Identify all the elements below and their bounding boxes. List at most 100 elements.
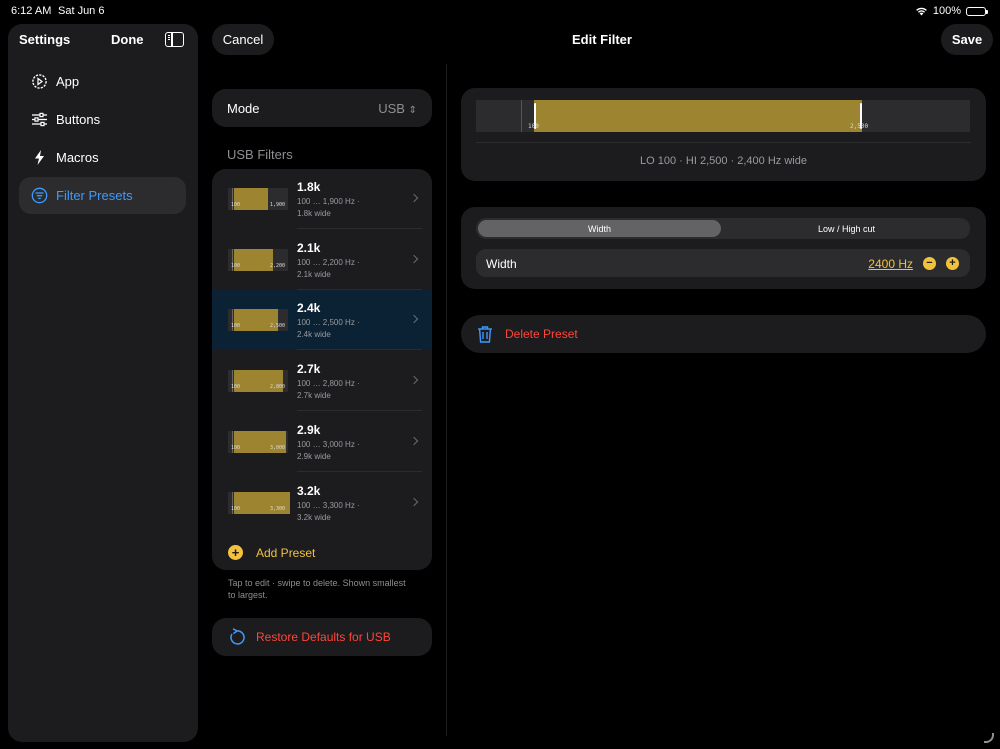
sidebar-item-app[interactable]: App [19, 63, 186, 100]
width-row: Width 2400 Hz − + [476, 249, 970, 277]
sidebar-title: Settings [19, 32, 71, 47]
restore-defaults-button[interactable]: Restore Defaults for USB [212, 618, 432, 656]
filter-passband-preview[interactable]: 100 2,500 [476, 100, 970, 132]
sidebar-item-macros[interactable]: Macros [19, 139, 186, 176]
preset-title: 1.8k [297, 180, 321, 194]
width-value-field[interactable]: 2400 Hz [868, 257, 913, 271]
status-indicators: 100% [915, 5, 988, 17]
preset-title: 3.2k [297, 483, 321, 498]
filter-list: 100 1,900 1.8k 100 … 1,900 Hz · 1.8k wide 100… [212, 169, 432, 570]
preset-title: 2.1k [297, 240, 321, 255]
sidebar-item-label: App [56, 74, 80, 89]
passband-hi-label: 2,500 [850, 123, 869, 130]
preset-thumbnail: 100 2,500 [228, 309, 288, 332]
resize-corner-icon [984, 733, 994, 743]
chevron-right-icon [409, 254, 419, 263]
battery-percent: 100% [932, 5, 961, 17]
filter-preset-row[interactable]: 100 2,800 2.7k 100 … 2,800 Hz · 2.7k wide [212, 351, 432, 412]
gridline [521, 100, 522, 132]
increment-button[interactable]: + [946, 257, 959, 270]
preset-thumbnail: 100 3,000 [228, 430, 288, 453]
thumbnail-hi-label: 3,000 [269, 444, 285, 451]
filter-preview-card: 100 2,500 LO 100 · HI 2,500 · 2,400 Hz w… [461, 88, 986, 181]
mode-label: Mode [227, 101, 260, 116]
chevron-right-icon [409, 497, 419, 506]
trash-icon [478, 326, 492, 343]
status-date: Sat Jun 6 [58, 5, 105, 17]
save-button[interactable]: Save [941, 24, 993, 55]
filter-preset-row[interactable]: 100 3,300 3.2k 100 … 3,300 Hz · 3.2k wide [212, 473, 432, 533]
filter-preset-row[interactable]: 100 1,900 1.8k 100 … 1,900 Hz · 1.8k wide [212, 169, 432, 229]
bolt-icon [31, 149, 48, 166]
add-preset-label: Add Preset [256, 546, 316, 560]
chevron-right-icon [409, 375, 419, 385]
sidebar-header: Settings Done [8, 24, 198, 56]
preset-thumbnail: 100 2,800 [228, 370, 288, 393]
preset-width: 2.7k wide [297, 391, 331, 401]
restore-defaults-label: Restore Defaults for USB [256, 630, 391, 644]
preset-range: 100 … 2,500 Hz · [297, 318, 360, 328]
preset-title: 2.9k [297, 422, 321, 437]
thumbnail-hi-label: 2,200 [269, 262, 285, 269]
divider [476, 142, 971, 143]
done-button[interactable]: Done [111, 32, 144, 47]
passband-bar [534, 100, 862, 132]
sidebar-toggle-icon[interactable] [165, 32, 184, 47]
width-editor-card: Width Low / High cut Width 2400 Hz − + [461, 207, 986, 289]
thumbnail-lo-label: 100 [231, 444, 241, 451]
passband-lo-label: 100 [528, 123, 539, 130]
preset-range: 100 … 2,800 Hz · [297, 379, 360, 389]
filter-icon [31, 187, 48, 204]
thumbnail-lo-label: 100 [231, 384, 241, 391]
preset-width: 1.8k wide [297, 209, 331, 218]
width-label: Width [486, 257, 517, 271]
thumbnail-hi-label: 2,800 [269, 384, 285, 391]
sidebar-item-filter-presets[interactable]: Filter Presets [19, 177, 186, 214]
decrement-button[interactable]: − [923, 257, 936, 270]
cancel-button[interactable]: Cancel [212, 24, 274, 55]
sidebar-item-buttons[interactable]: Buttons [19, 101, 186, 138]
wifi-icon [915, 7, 927, 16]
preset-thumbnail: 100 1,900 [228, 188, 288, 210]
filter-preset-row[interactable]: 100 2,500 2.4k 100 … 2,500 Hz · 2.4k wide [212, 290, 432, 351]
mode-value: USB ⇕ [378, 101, 417, 116]
thumbnail-hi-label: 3,300 [269, 505, 285, 512]
thumbnail-lo-label: 100 [231, 262, 241, 269]
filter-preset-row[interactable]: 100 2,200 2.1k 100 … 2,200 Hz · 2.1k wide [212, 230, 432, 290]
updown-chevron-icon: ⇕ [408, 105, 417, 116]
chevron-right-icon [409, 193, 419, 203]
preset-width: 2.4k wide [297, 330, 331, 340]
thumbnail-hi-label: 1,900 [269, 202, 285, 208]
sidebar-item-label: Macros [56, 150, 99, 165]
preset-thumbnail: 100 2,200 [228, 248, 288, 271]
mode-picker[interactable]: Mode USB ⇕ [212, 89, 432, 127]
sliders-icon [31, 111, 48, 128]
filter-preset-row[interactable]: 100 3,000 2.9k 100 … 3,000 Hz · 2.9k wide [212, 412, 432, 472]
plus-circle-icon: + [228, 545, 243, 560]
thumbnail-lo-label: 100 [231, 505, 241, 512]
page-title: Edit Filter [572, 32, 632, 47]
chevron-right-icon [409, 315, 419, 324]
delete-preset-button[interactable]: Delete Preset [461, 315, 986, 353]
preset-range: 100 … 3,000 Hz · [297, 439, 360, 449]
help-text: Tap to edit · swipe to delete. Shown sma… [228, 578, 406, 600]
restore-arrow-icon [230, 628, 245, 645]
passband-caption: LO 100 · HI 2,500 · 2,400 Hz wide [640, 155, 807, 167]
status-time: 6:12 AM [11, 5, 52, 17]
mode-segmented-control[interactable]: Width Low / High cut [476, 218, 970, 239]
preset-range: 100 … 1,900 Hz · [297, 197, 360, 206]
thumbnail-hi-label: 2,500 [269, 323, 285, 330]
preset-range: 100 … 2,200 Hz · [297, 257, 360, 267]
segment-low-high-cut[interactable]: Low / High cut [725, 220, 968, 237]
segment-width[interactable]: Width [478, 220, 721, 237]
thumbnail-lo-label: 100 [231, 323, 241, 330]
status-bar: 6:12 AM Sat Jun 6 100% [0, 0, 1000, 22]
delete-preset-label: Delete Preset [505, 327, 578, 341]
chevron-right-icon [409, 436, 419, 446]
add-preset-button[interactable]: + Add Preset [212, 533, 432, 570]
preset-title: 2.7k [297, 362, 321, 377]
preset-thumbnail: 100 3,300 [228, 491, 291, 514]
preset-width: 2.1k wide [297, 269, 331, 279]
preset-width: 3.2k wide [297, 512, 331, 522]
thumbnail-lo-label: 100 [231, 202, 241, 208]
